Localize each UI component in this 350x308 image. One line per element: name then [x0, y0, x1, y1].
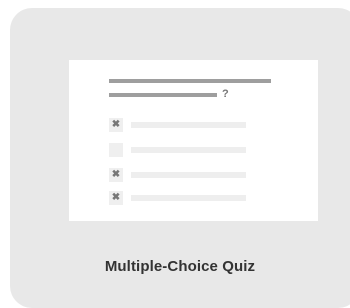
option-4-line — [131, 195, 246, 201]
option-1-box: ✖ — [109, 118, 123, 132]
option-1-line — [131, 122, 246, 128]
option-2-box — [109, 143, 123, 157]
multiple-choice-quiz-card[interactable]: ? ✖ ✖ ✖ Multiple-Choice Quiz — [10, 8, 350, 308]
question-mark: ? — [222, 88, 229, 100]
card-title: Multiple-Choice Quiz — [104, 258, 256, 275]
option-3-box: ✖ — [109, 168, 123, 182]
x-icon: ✖ — [111, 119, 121, 130]
empty-checkbox-icon — [109, 143, 123, 157]
option-3-line — [131, 172, 246, 178]
option-4-box: ✖ — [109, 191, 123, 205]
question-line-2 — [109, 93, 217, 97]
quiz-preview-illustration: ? ✖ ✖ ✖ — [69, 60, 318, 221]
option-2-line — [131, 147, 246, 153]
question-line-1 — [109, 79, 271, 83]
x-icon: ✖ — [111, 192, 121, 203]
x-icon: ✖ — [111, 169, 121, 180]
